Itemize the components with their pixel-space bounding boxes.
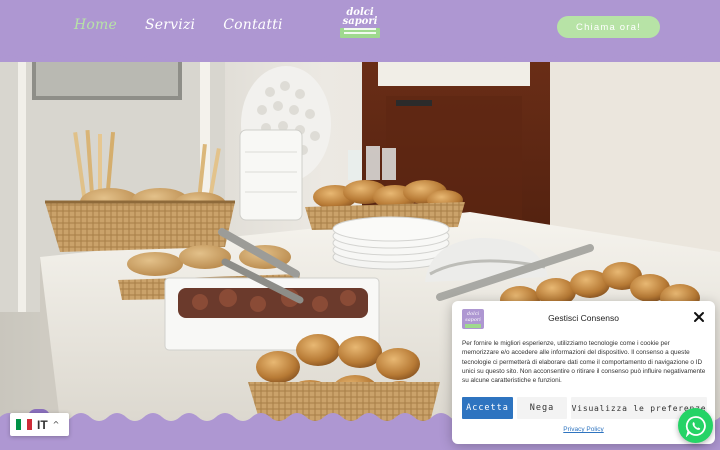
chevron-up-icon: ^ — [52, 420, 60, 429]
italy-flag-icon — [16, 419, 32, 430]
nav-home-link[interactable]: Home — [74, 17, 117, 33]
logo-tagline-band — [340, 28, 380, 38]
consent-button-row: Accetta Nega Visualizza le preferenze — [462, 397, 707, 419]
site-logo[interactable]: dolci sapori — [338, 8, 382, 48]
language-switcher[interactable]: IT ^ — [10, 413, 69, 436]
close-icon[interactable] — [692, 310, 706, 324]
accept-button[interactable]: Accetta — [462, 397, 513, 419]
privacy-policy-link[interactable]: Privacy Policy — [452, 426, 715, 433]
cookie-consent-dialog: dolci sapori Gestisci Consenso Per fornir… — [452, 301, 715, 444]
deny-button[interactable]: Nega — [517, 397, 567, 419]
whatsapp-icon — [685, 415, 706, 437]
consent-title: Gestisci Consenso — [548, 313, 619, 323]
nav-contatti-link[interactable]: Contatti — [223, 17, 282, 33]
language-code: IT — [37, 417, 48, 432]
whatsapp-button[interactable] — [678, 408, 713, 443]
header-wave-divider — [0, 52, 720, 61]
call-now-button[interactable]: Chiama ora! — [557, 16, 660, 38]
main-nav: Home Servizi Contatti — [74, 17, 283, 33]
consent-body-text: Per fornire le migliori esperienze, util… — [462, 340, 706, 385]
nav-servizi-link[interactable]: Servizi — [145, 17, 195, 33]
logo-line-2: sapori — [342, 16, 378, 27]
